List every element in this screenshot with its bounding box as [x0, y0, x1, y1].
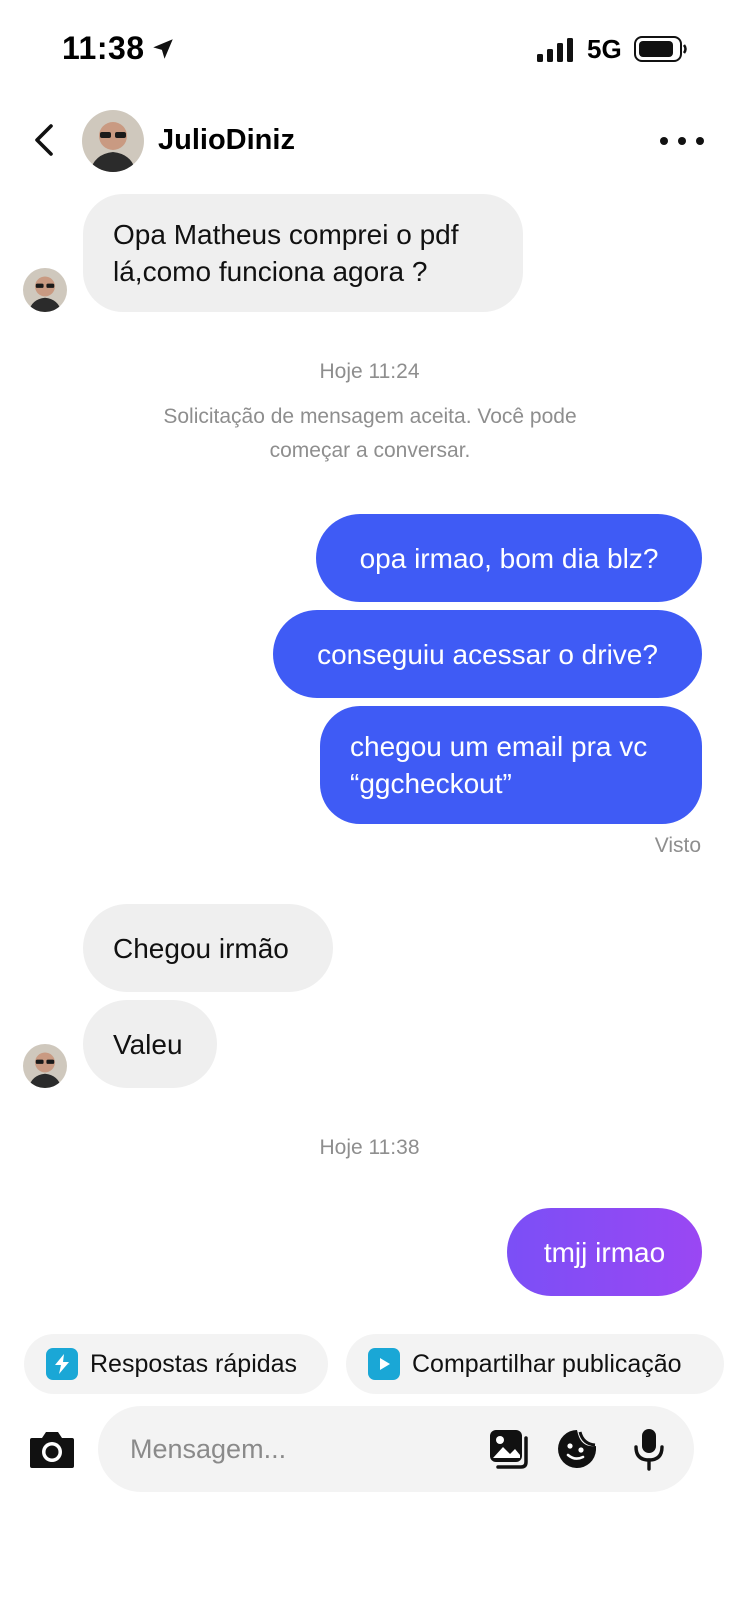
more-options-button[interactable] — [660, 126, 704, 156]
back-chevron-icon — [35, 124, 53, 156]
battery-icon — [634, 36, 687, 62]
location-arrow-icon — [153, 39, 173, 59]
message-timestamp: Hoje 11:24 — [319, 360, 420, 383]
message-input[interactable] — [130, 1430, 430, 1468]
lightning-icon — [46, 1348, 78, 1380]
seen-indicator: Visto — [654, 834, 701, 857]
message-composer — [98, 1406, 694, 1492]
network-type: 5G — [587, 34, 622, 64]
message-text: Opa Matheus comprei o pdf lá,como funcio… — [113, 219, 459, 287]
play-icon — [368, 1348, 400, 1380]
avatar-image — [23, 1044, 67, 1088]
sticker-icon[interactable] — [554, 1426, 600, 1472]
sender-avatar[interactable] — [23, 268, 67, 312]
outgoing-message[interactable]: tmjj irmao — [507, 1208, 702, 1296]
back-button[interactable] — [22, 118, 66, 162]
status-bar: 11:38 5G — [0, 0, 739, 96]
sender-avatar[interactable] — [23, 1044, 67, 1088]
outgoing-message[interactable]: chegou um email pra vc “ggcheckout” — [320, 706, 702, 824]
more-options-icon — [660, 137, 668, 145]
share-post-button[interactable]: Compartilhar publicação — [346, 1334, 724, 1394]
incoming-message[interactable]: Opa Matheus comprei o pdf lá,como funcio… — [83, 194, 523, 312]
system-notice: Solicitação de mensagem aceita. Você pod… — [163, 405, 577, 462]
quick-replies-button[interactable]: Respostas rápidas — [24, 1334, 328, 1394]
microphone-icon[interactable] — [626, 1426, 672, 1472]
incoming-message[interactable]: Chegou irmão — [83, 904, 333, 992]
gallery-icon[interactable] — [486, 1426, 532, 1472]
outgoing-message[interactable]: opa irmao, bom dia blz? — [316, 514, 702, 602]
chat-header: JulioDiniz — [0, 104, 739, 176]
contact-avatar[interactable] — [82, 110, 144, 172]
chip-label: Respostas rápidas — [90, 1349, 298, 1378]
camera-icon[interactable] — [28, 1428, 76, 1470]
message-text: chegou um email pra vc “ggcheckout” — [350, 731, 648, 799]
status-time: 11:38 — [62, 30, 145, 66]
avatar-image — [82, 110, 144, 172]
chip-label: Compartilhar publicação — [412, 1349, 682, 1378]
message-timestamp: Hoje 11:38 — [319, 1136, 420, 1159]
incoming-message[interactable]: Valeu — [83, 1000, 217, 1088]
outgoing-message[interactable]: conseguiu acessar o drive? — [273, 610, 702, 698]
contact-name[interactable]: JulioDiniz — [158, 124, 295, 157]
cellular-signal-icon — [537, 38, 573, 62]
avatar-image — [23, 268, 67, 312]
